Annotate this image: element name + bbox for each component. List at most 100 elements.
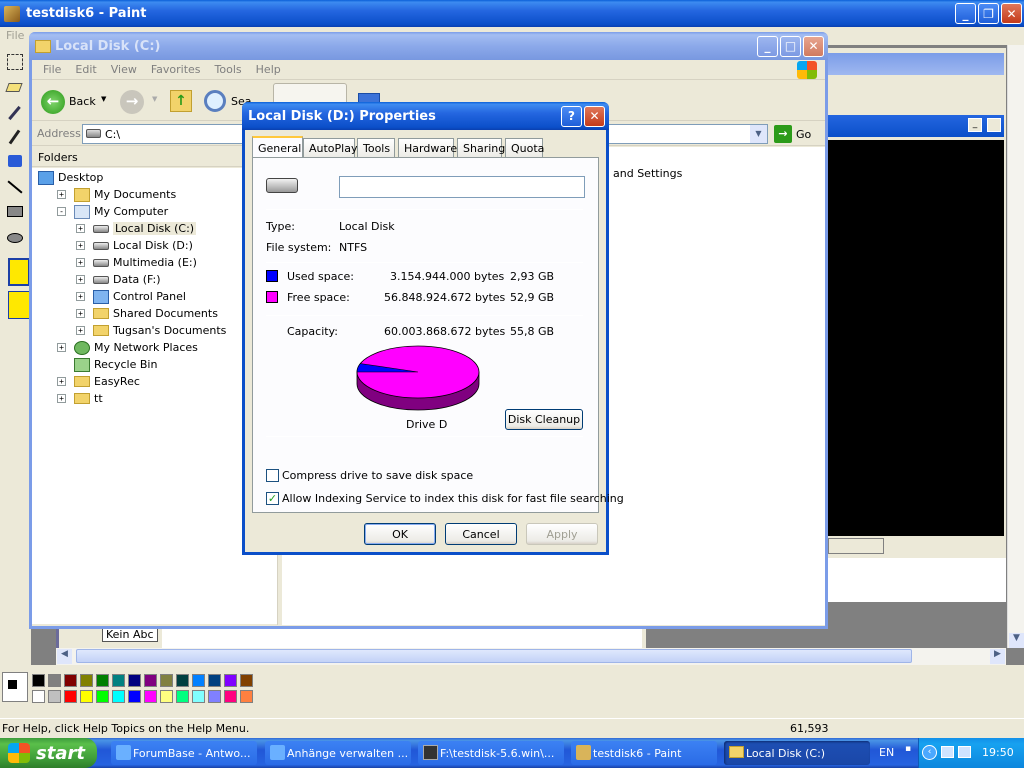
compress-drive-label[interactable]: Compress drive to save disk space (282, 469, 473, 482)
expand-icon[interactable]: + (76, 275, 85, 284)
expand-icon[interactable]: + (76, 258, 85, 267)
dialog-close-button[interactable]: ✕ (584, 105, 605, 127)
tree-item[interactable]: + Data (F:) (76, 271, 161, 288)
palette-color-swatch[interactable] (96, 674, 109, 687)
cancel-button[interactable]: Cancel (445, 523, 517, 545)
address-dropdown-icon[interactable]: ▼ (750, 125, 767, 143)
palette-color-swatch[interactable] (224, 674, 237, 687)
expand-icon[interactable]: + (57, 377, 66, 386)
palette-color-swatch[interactable] (128, 690, 141, 703)
fill-style-option-icon[interactable] (8, 291, 30, 319)
fill-tool-icon[interactable] (8, 155, 22, 167)
tab-tools[interactable]: Tools (357, 138, 395, 157)
forward-arrow-icon[interactable]: → (120, 90, 144, 114)
tree-item[interactable]: + tt (57, 390, 103, 407)
palette-color-swatch[interactable] (112, 674, 125, 687)
explorer-minimize-button[interactable]: _ (757, 35, 778, 57)
forward-dropdown-icon[interactable]: ▼ (152, 95, 157, 103)
volume-tray-icon[interactable] (958, 746, 971, 758)
content-item-documents-and-settings[interactable]: and Settings (613, 167, 682, 180)
allow-indexing-label[interactable]: Allow Indexing Service to index this dis… (282, 492, 624, 505)
palette-color-swatch[interactable] (176, 674, 189, 687)
expand-icon[interactable]: + (76, 309, 85, 318)
palette-color-swatch[interactable] (96, 690, 109, 703)
disk-cleanup-button[interactable]: Disk Cleanup (505, 409, 583, 430)
palette-color-swatch[interactable] (80, 674, 93, 687)
taskbar-item-forumbase[interactable]: ForumBase - Antwo... (111, 741, 257, 765)
expand-icon[interactable]: + (76, 326, 85, 335)
collapse-icon[interactable]: - (57, 207, 66, 216)
paint-close-button[interactable]: ✕ (1001, 3, 1022, 24)
pencil-tool-icon[interactable] (8, 129, 21, 145)
tree-item[interactable]: + Local Disk (C:) (76, 220, 197, 237)
language-options-icon[interactable]: ▪ (905, 744, 911, 754)
palette-color-swatch[interactable] (192, 674, 205, 687)
drive-label-input[interactable] (339, 176, 585, 198)
dialog-title-bar[interactable]: Local Disk (D:) Properties ? ✕ (242, 102, 609, 130)
up-folder-icon[interactable]: ↑ (170, 90, 192, 112)
paint-horizontal-scrollbar[interactable]: ◀ ▶ (56, 648, 1006, 665)
palette-color-swatch[interactable] (144, 674, 157, 687)
eraser-tool-icon[interactable] (5, 83, 23, 92)
explorer-title-bar[interactable]: Local Disk (C:) _ □ ✕ (29, 32, 828, 60)
palette-color-swatch[interactable] (176, 690, 189, 703)
expand-icon[interactable]: + (76, 241, 85, 250)
paint-minimize-button[interactable]: _ (955, 3, 976, 24)
taskbar-item-testdisk[interactable]: F:\testdisk-5.6.win\... (418, 741, 564, 765)
back-dropdown-icon[interactable]: ▼ (101, 95, 106, 103)
paint-menu-file[interactable]: File (6, 29, 24, 42)
line-tool-icon[interactable] (7, 180, 23, 194)
apply-button[interactable]: Apply (526, 523, 598, 545)
palette-color-swatch[interactable] (160, 674, 173, 687)
search-icon[interactable] (204, 90, 226, 112)
tab-autoplay[interactable]: AutoPlay (303, 138, 357, 157)
palette-color-swatch[interactable] (128, 674, 141, 687)
palette-color-swatch[interactable] (112, 690, 125, 703)
menu-edit[interactable]: Edit (68, 63, 103, 76)
start-button[interactable]: start (0, 738, 97, 768)
palette-color-swatch[interactable] (240, 674, 253, 687)
tree-item[interactable]: Recycle Bin (57, 356, 157, 373)
network-tray-icon[interactable] (941, 746, 954, 758)
taskbar-item-anhaenge[interactable]: Anhänge verwalten ... (265, 741, 411, 765)
palette-color-swatch[interactable] (192, 690, 205, 703)
show-hidden-icons-button[interactable]: ‹ (922, 745, 937, 760)
taskbar-item-local-disk[interactable]: Local Disk (C:) (724, 741, 870, 765)
explorer-close-button[interactable]: ✕ (803, 35, 824, 57)
fill-style-option-icon[interactable] (8, 258, 30, 286)
select-tool-icon[interactable] (7, 54, 23, 70)
expand-icon[interactable]: + (57, 190, 66, 199)
tree-item[interactable]: + Tugsan's Documents (76, 322, 226, 339)
palette-color-swatch[interactable] (32, 690, 45, 703)
menu-view[interactable]: View (104, 63, 144, 76)
palette-color-swatch[interactable] (208, 674, 221, 687)
palette-color-swatch[interactable] (32, 674, 45, 687)
tab-sharing[interactable]: Sharing (457, 138, 505, 157)
tree-item[interactable]: + Control Panel (76, 288, 186, 305)
menu-favorites[interactable]: Favorites (144, 63, 208, 76)
tree-item[interactable]: - My Computer (57, 203, 168, 220)
go-arrow-icon[interactable]: → (774, 125, 792, 143)
expand-icon[interactable]: + (76, 292, 85, 301)
tab-hardware[interactable]: Hardware (398, 138, 457, 157)
palette-color-swatch[interactable] (240, 690, 253, 703)
current-colors-indicator[interactable] (2, 672, 28, 702)
rectangle-tool-icon[interactable] (7, 206, 23, 217)
allow-indexing-checkbox[interactable]: ✓ (266, 492, 279, 505)
tree-item[interactable]: + Multimedia (E:) (76, 254, 197, 271)
palette-color-swatch[interactable] (80, 690, 93, 703)
expand-icon[interactable]: + (57, 394, 66, 403)
tree-item[interactable]: + EasyRec (57, 373, 140, 390)
tree-item[interactable]: Desktop (38, 169, 103, 186)
language-indicator[interactable]: EN (879, 746, 894, 759)
tree-item[interactable]: + Local Disk (D:) (76, 237, 193, 254)
tab-general[interactable]: General (252, 136, 303, 158)
ellipse-tool-icon[interactable] (7, 233, 23, 243)
compress-drive-checkbox[interactable] (266, 469, 279, 482)
explorer-maximize-button[interactable]: □ (780, 35, 801, 57)
menu-tools[interactable]: Tools (208, 63, 249, 76)
ok-button[interactable]: OK (364, 523, 436, 545)
color-picker-tool-icon[interactable] (8, 105, 21, 121)
palette-color-swatch[interactable] (160, 690, 173, 703)
paint-restore-button[interactable]: ❐ (978, 3, 999, 24)
